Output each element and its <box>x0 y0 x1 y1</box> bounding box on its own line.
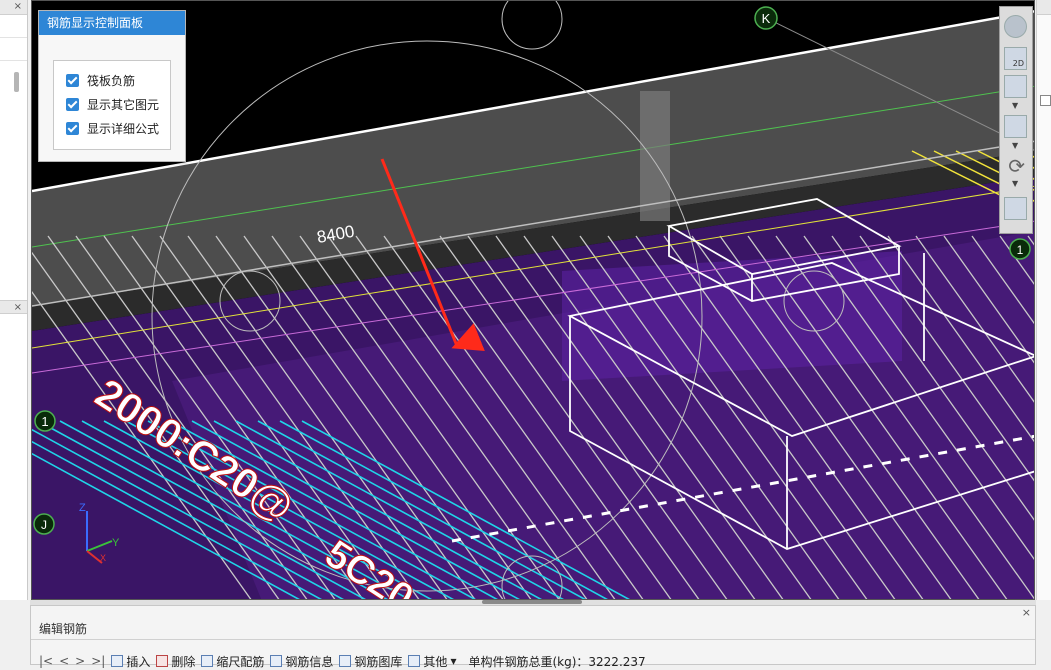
left-panel-close-button[interactable]: × <box>0 0 27 15</box>
right-panel-toggle[interactable] <box>1040 95 1051 106</box>
checkbox-icon[interactable] <box>66 73 79 87</box>
y-axis-label: Y <box>112 537 120 549</box>
right-panel-header <box>1037 0 1051 15</box>
total-weight: 单构件钢筋总重(kg)：3222.237 <box>468 654 646 669</box>
insert-icon <box>111 655 124 667</box>
other-icon <box>408 655 421 667</box>
list-item[interactable] <box>0 38 27 61</box>
left-lower-close-button[interactable]: × <box>0 300 27 314</box>
chevron-down-icon[interactable]: ▼ <box>1012 141 1018 150</box>
close-icon[interactable]: × <box>1022 606 1031 619</box>
scale-icon <box>201 655 214 667</box>
rotation-handle-top <box>501 1 563 50</box>
chevron-down-icon[interactable]: ▼ <box>1012 179 1018 188</box>
scaled-rebar-button[interactable]: 缩尺配筋 <box>201 653 264 670</box>
right-panel <box>1036 0 1051 600</box>
list-item[interactable] <box>0 15 27 38</box>
delete-icon <box>156 655 169 667</box>
axis-marker-1-label: 1 <box>41 414 48 429</box>
view-2d-button[interactable]: 2D <box>1004 47 1027 70</box>
prev-button[interactable]: < <box>59 654 69 668</box>
x-axis-label: X <box>100 553 106 563</box>
view-toolbar: 2D ▼ ▼ ⟳ ▼ <box>999 6 1033 234</box>
axis-marker-k-label: K <box>762 11 771 26</box>
chevron-down-icon[interactable]: ▼ <box>1012 101 1018 110</box>
orbit-icon[interactable] <box>1004 15 1027 38</box>
checkbox-icon[interactable] <box>66 121 79 135</box>
next-button[interactable]: > <box>75 654 85 668</box>
z-axis-label: Z <box>79 502 86 514</box>
left-panel: × × <box>0 0 28 600</box>
option-show-other-elements[interactable]: 显示其它图元 <box>66 95 159 113</box>
insert-button[interactable]: 插入 <box>111 653 150 670</box>
axis-marker-j-label: J <box>41 518 47 532</box>
edit-rebar-panel: × 编辑钢筋 |< < > >| 插入 删除 缩尺配筋 钢筋信息 钢筋图库 其他… <box>30 605 1036 669</box>
checkbox-icon[interactable] <box>66 97 79 111</box>
other-dropdown[interactable]: 其他 ▾ <box>408 653 456 670</box>
info-icon <box>270 655 283 667</box>
axis-marker-1-right-label: 1 <box>1017 243 1024 257</box>
control-panel-title: 钢筋显示控制面板 <box>39 11 185 35</box>
first-button[interactable]: |< <box>39 654 53 668</box>
delete-button[interactable]: 删除 <box>156 653 195 670</box>
view-solid-cube-icon[interactable] <box>1004 115 1027 138</box>
left-panel-scrollbar[interactable] <box>12 66 21 296</box>
splitter-grip[interactable] <box>482 600 582 604</box>
chevron-down-icon: ▾ <box>450 654 457 668</box>
view-3d-cube-icon[interactable] <box>1004 75 1027 98</box>
editor-toolbar: |< < > >| 插入 删除 缩尺配筋 钢筋信息 钢筋图库 其他 ▾ 单构件钢筋… <box>39 653 646 669</box>
last-button[interactable]: >| <box>91 654 105 668</box>
rebar-info-button[interactable]: 钢筋信息 <box>270 653 333 670</box>
option-show-detailed-formula[interactable]: 显示详细公式 <box>66 119 159 137</box>
layout-icon[interactable] <box>1004 197 1027 220</box>
control-panel-options: 筏板负筋 显示其它图元 显示详细公式 <box>53 60 171 150</box>
rebar-library-button[interactable]: 钢筋图库 <box>339 653 402 670</box>
library-icon <box>339 655 352 667</box>
rotate-icon[interactable]: ⟳ <box>1004 155 1027 178</box>
panel-title: 编辑钢筋 <box>39 622 88 636</box>
option-raft-negative-rebar[interactable]: 筏板负筋 <box>66 71 135 89</box>
rebar-display-control-panel: 钢筋显示控制面板 筏板负筋 显示其它图元 显示详细公式 <box>38 10 186 162</box>
